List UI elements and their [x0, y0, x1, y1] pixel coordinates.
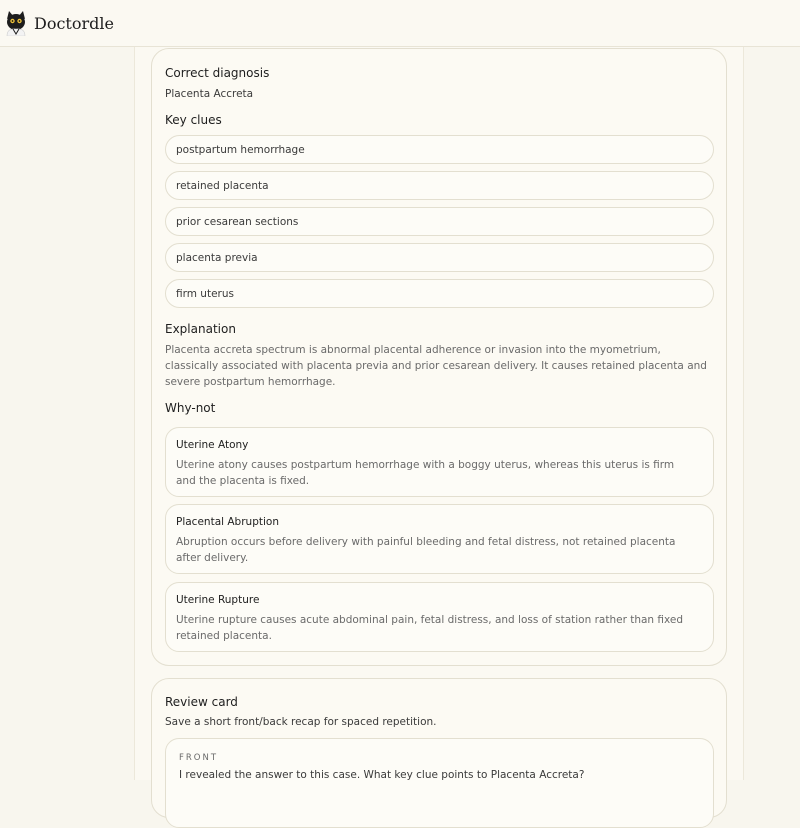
key-clues-heading: Key clues: [165, 113, 222, 127]
diagnosis-heading: Correct diagnosis: [165, 66, 270, 80]
clue-item: prior cesarean sections: [165, 207, 714, 236]
diagnosis-value: Placenta Accreta: [165, 88, 254, 100]
why-not-card: Placental Abruption Abruption occurs bef…: [165, 504, 714, 574]
clue-item: firm uterus: [165, 279, 714, 308]
why-not-title: Uterine Atony: [176, 439, 249, 451]
main-column: Correct diagnosis Placenta Accreta Key c…: [134, 47, 744, 828]
explanation-text: Placenta accreta spectrum is abnormal pl…: [165, 344, 707, 388]
clue-item: postpartum hemorrhage: [165, 135, 714, 164]
review-card-subtitle: Save a short front/back recap for spaced…: [165, 716, 437, 728]
why-not-text: Uterine rupture causes acute abdominal p…: [176, 614, 684, 642]
app-title[interactable]: Doctordle: [34, 14, 114, 33]
why-not-heading: Why-not: [165, 401, 216, 415]
why-not-title: Uterine Rupture: [176, 594, 260, 606]
why-not-title: Placental Abruption: [176, 516, 279, 528]
why-not-card: Uterine Atony Uterine atony causes postp…: [165, 427, 714, 497]
why-not-text: Abruption occurs before delivery with pa…: [176, 536, 676, 564]
clue-item: placenta previa: [165, 243, 714, 272]
front-text: I revealed the answer to this case. What…: [179, 769, 585, 781]
review-card-panel: Review card Save a short front/back reca…: [151, 678, 727, 828]
cat-doctor-logo-icon[interactable]: [4, 10, 28, 36]
clue-item: retained placenta: [165, 171, 714, 200]
front-label: FRONT: [179, 753, 219, 763]
explanation-heading: Explanation: [165, 322, 236, 336]
review-card-heading: Review card: [165, 695, 238, 709]
front-card[interactable]: FRONT I revealed the answer to this case…: [165, 738, 714, 828]
top-bar: Doctordle: [0, 0, 800, 47]
answer-panel: Correct diagnosis Placenta Accreta Key c…: [151, 48, 727, 666]
why-not-text: Uterine atony causes postpartum hemorrha…: [176, 459, 675, 487]
why-not-card: Uterine Rupture Uterine rupture causes a…: [165, 582, 714, 652]
